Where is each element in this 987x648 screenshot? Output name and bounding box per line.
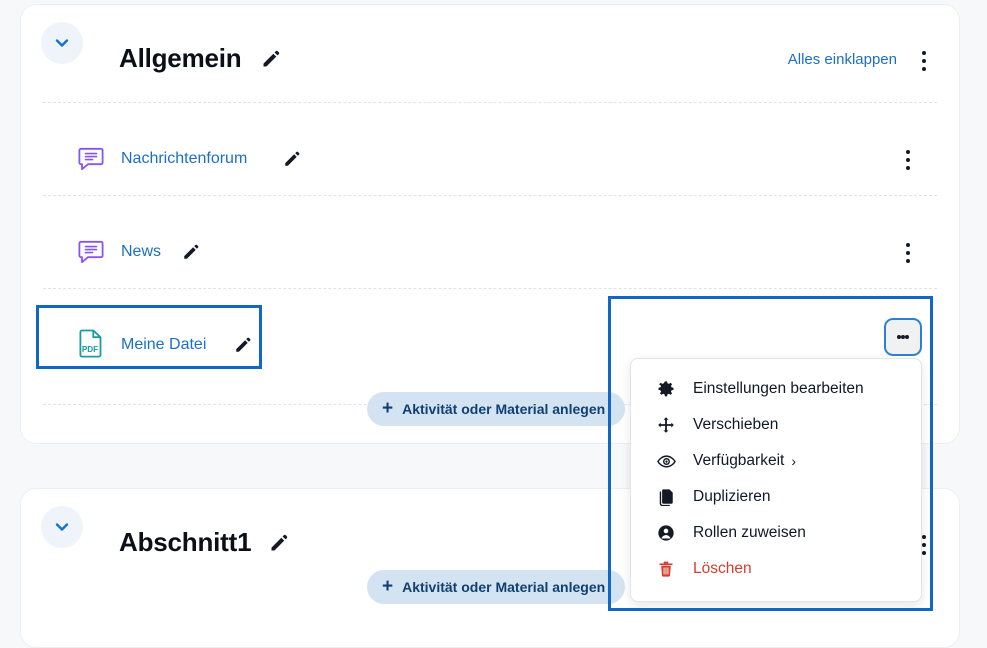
activity-actions-dropdown: Einstellungen bearbeiten Verschieben Ver… (630, 358, 922, 602)
activity-menu-kebab-icon[interactable] (897, 150, 919, 170)
user-circle-icon (657, 524, 683, 542)
menu-item-label: Duplizieren (693, 488, 771, 505)
menu-item-label: Einstellungen bearbeiten (693, 380, 864, 397)
move-arrows-icon (657, 416, 683, 434)
gear-icon (657, 380, 683, 398)
menu-item-label: Verschieben (693, 416, 779, 433)
row-divider (43, 102, 937, 103)
menu-item-label: Rollen zuweisen (693, 524, 806, 541)
section-menu-kebab-icon[interactable] (913, 51, 935, 71)
menu-item-assign-roles[interactable]: Rollen zuweisen (631, 515, 921, 551)
chevron-down-icon[interactable] (41, 506, 83, 548)
plus-icon: + (382, 397, 394, 419)
activity-row: Nachrichtenforum (21, 128, 959, 188)
menu-item-label: Löschen (693, 560, 752, 577)
menu-item-move[interactable]: Verschieben (631, 407, 921, 443)
svg-text:PDF: PDF (82, 345, 98, 354)
collapse-all-link[interactable]: Alles einklappen (788, 51, 897, 68)
menu-item-availability[interactable]: Verfügbarkeit › (631, 443, 921, 479)
activity-menu-kebab-icon[interactable] (897, 243, 919, 263)
activity-row: News (21, 221, 959, 281)
pencil-icon[interactable] (261, 49, 281, 69)
section-title: Abschnitt1 (119, 527, 252, 557)
pencil-icon[interactable] (269, 533, 289, 553)
row-divider (43, 195, 937, 196)
section-header-general: Allgemein Alles einklappen (21, 5, 959, 93)
section-title: Allgemein (119, 43, 242, 73)
forum-icon (77, 144, 105, 172)
add-activity-button[interactable]: + Aktivität oder Material anlegen (367, 570, 626, 604)
forum-icon (77, 237, 105, 265)
add-activity-label: Aktivität oder Material anlegen (402, 401, 606, 417)
activity-link[interactable]: Nachrichtenforum (121, 150, 247, 168)
activity-menu-kebab-icon-active[interactable] (884, 318, 922, 356)
pencil-icon[interactable] (182, 243, 200, 261)
pencil-icon[interactable] (283, 150, 301, 168)
pdf-file-icon: PDF (77, 328, 105, 358)
menu-item-delete[interactable]: Löschen (631, 551, 921, 587)
add-activity-button[interactable]: + Aktivität oder Material anlegen (367, 392, 626, 426)
pencil-icon[interactable] (234, 336, 252, 354)
eye-icon (657, 452, 683, 471)
activity-link[interactable]: News (121, 243, 161, 261)
menu-item-edit-settings[interactable]: Einstellungen bearbeiten (631, 371, 921, 407)
activity-link[interactable]: Meine Datei (121, 336, 206, 354)
trash-icon (657, 560, 683, 578)
course-page: Allgemein Alles einklappen Nachrichtenfo… (0, 0, 987, 648)
plus-icon: + (382, 575, 394, 597)
menu-item-label: Verfügbarkeit (693, 452, 785, 469)
row-divider (43, 288, 937, 289)
menu-item-duplicate[interactable]: Duplizieren (631, 479, 921, 515)
add-activity-label: Aktivität oder Material anlegen (402, 579, 606, 595)
chevron-down-icon[interactable] (41, 22, 83, 64)
chevron-right-icon: › (791, 453, 797, 469)
duplicate-icon (657, 488, 683, 506)
